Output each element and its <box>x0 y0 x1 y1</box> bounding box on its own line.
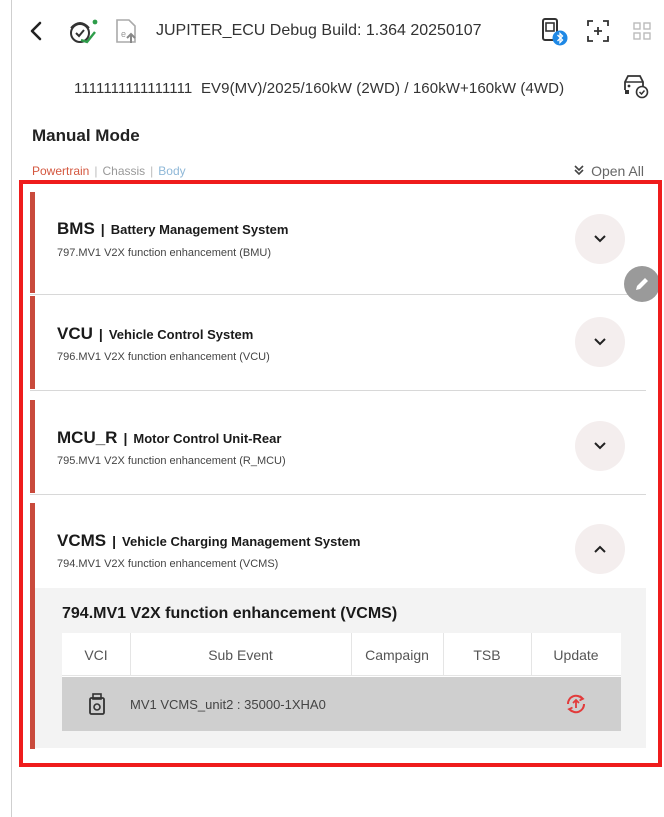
car-check-icon <box>624 74 649 98</box>
filter-separator: | <box>94 164 98 178</box>
screenshot-button[interactable] <box>576 0 620 62</box>
vci-bluetooth-icon <box>542 18 568 46</box>
vehicle-model: EV9(MV)/2025/160kW (2WD) / 160kW+160kW (… <box>200 79 565 97</box>
app-title: JUPITER_ECU Debug Build: 1.364 20250107 <box>156 22 482 39</box>
vci-bluetooth-button[interactable] <box>532 0 576 62</box>
vehicle-diagnostic-icon <box>70 19 98 44</box>
grid-icon <box>633 22 651 40</box>
window-edge <box>11 0 12 817</box>
header-actions <box>532 0 664 62</box>
chevron-left-icon <box>30 21 42 41</box>
vehicle-info-text: 1111111111111111 EV9(MV)/2025/160kW (2WD… <box>74 80 564 97</box>
filter-body[interactable]: Body <box>158 164 185 178</box>
top-bar: e JUPITER_ECU Debug Build: 1.364 2025010… <box>12 0 664 62</box>
vehicle-info-bar: 1111111111111111 EV9(MV)/2025/160kW (2WD… <box>12 62 664 114</box>
svg-text:e: e <box>121 29 126 39</box>
vehicle-diagnostic-button[interactable] <box>60 0 104 62</box>
grid-menu-button[interactable] <box>620 0 664 62</box>
vin: 1111111111111111 <box>74 79 193 97</box>
open-all-button[interactable]: Open All <box>573 163 644 179</box>
filter-chassis[interactable]: Chassis <box>102 164 145 178</box>
category-filter: Powertrain | Chassis | Body <box>32 164 186 178</box>
vehicle-check-button[interactable] <box>620 72 650 105</box>
open-all-label: Open All <box>591 163 644 179</box>
upload-file-button[interactable]: e <box>104 0 148 62</box>
page-title: Manual Mode <box>32 126 140 145</box>
back-button[interactable] <box>12 0 60 62</box>
filter-separator: | <box>150 164 154 178</box>
screenshot-icon <box>587 20 609 42</box>
double-chevron-down-icon <box>573 164 585 179</box>
highlight-box <box>19 180 662 767</box>
upload-file-icon: e <box>116 19 136 43</box>
filter-powertrain[interactable]: Powertrain <box>32 164 89 178</box>
